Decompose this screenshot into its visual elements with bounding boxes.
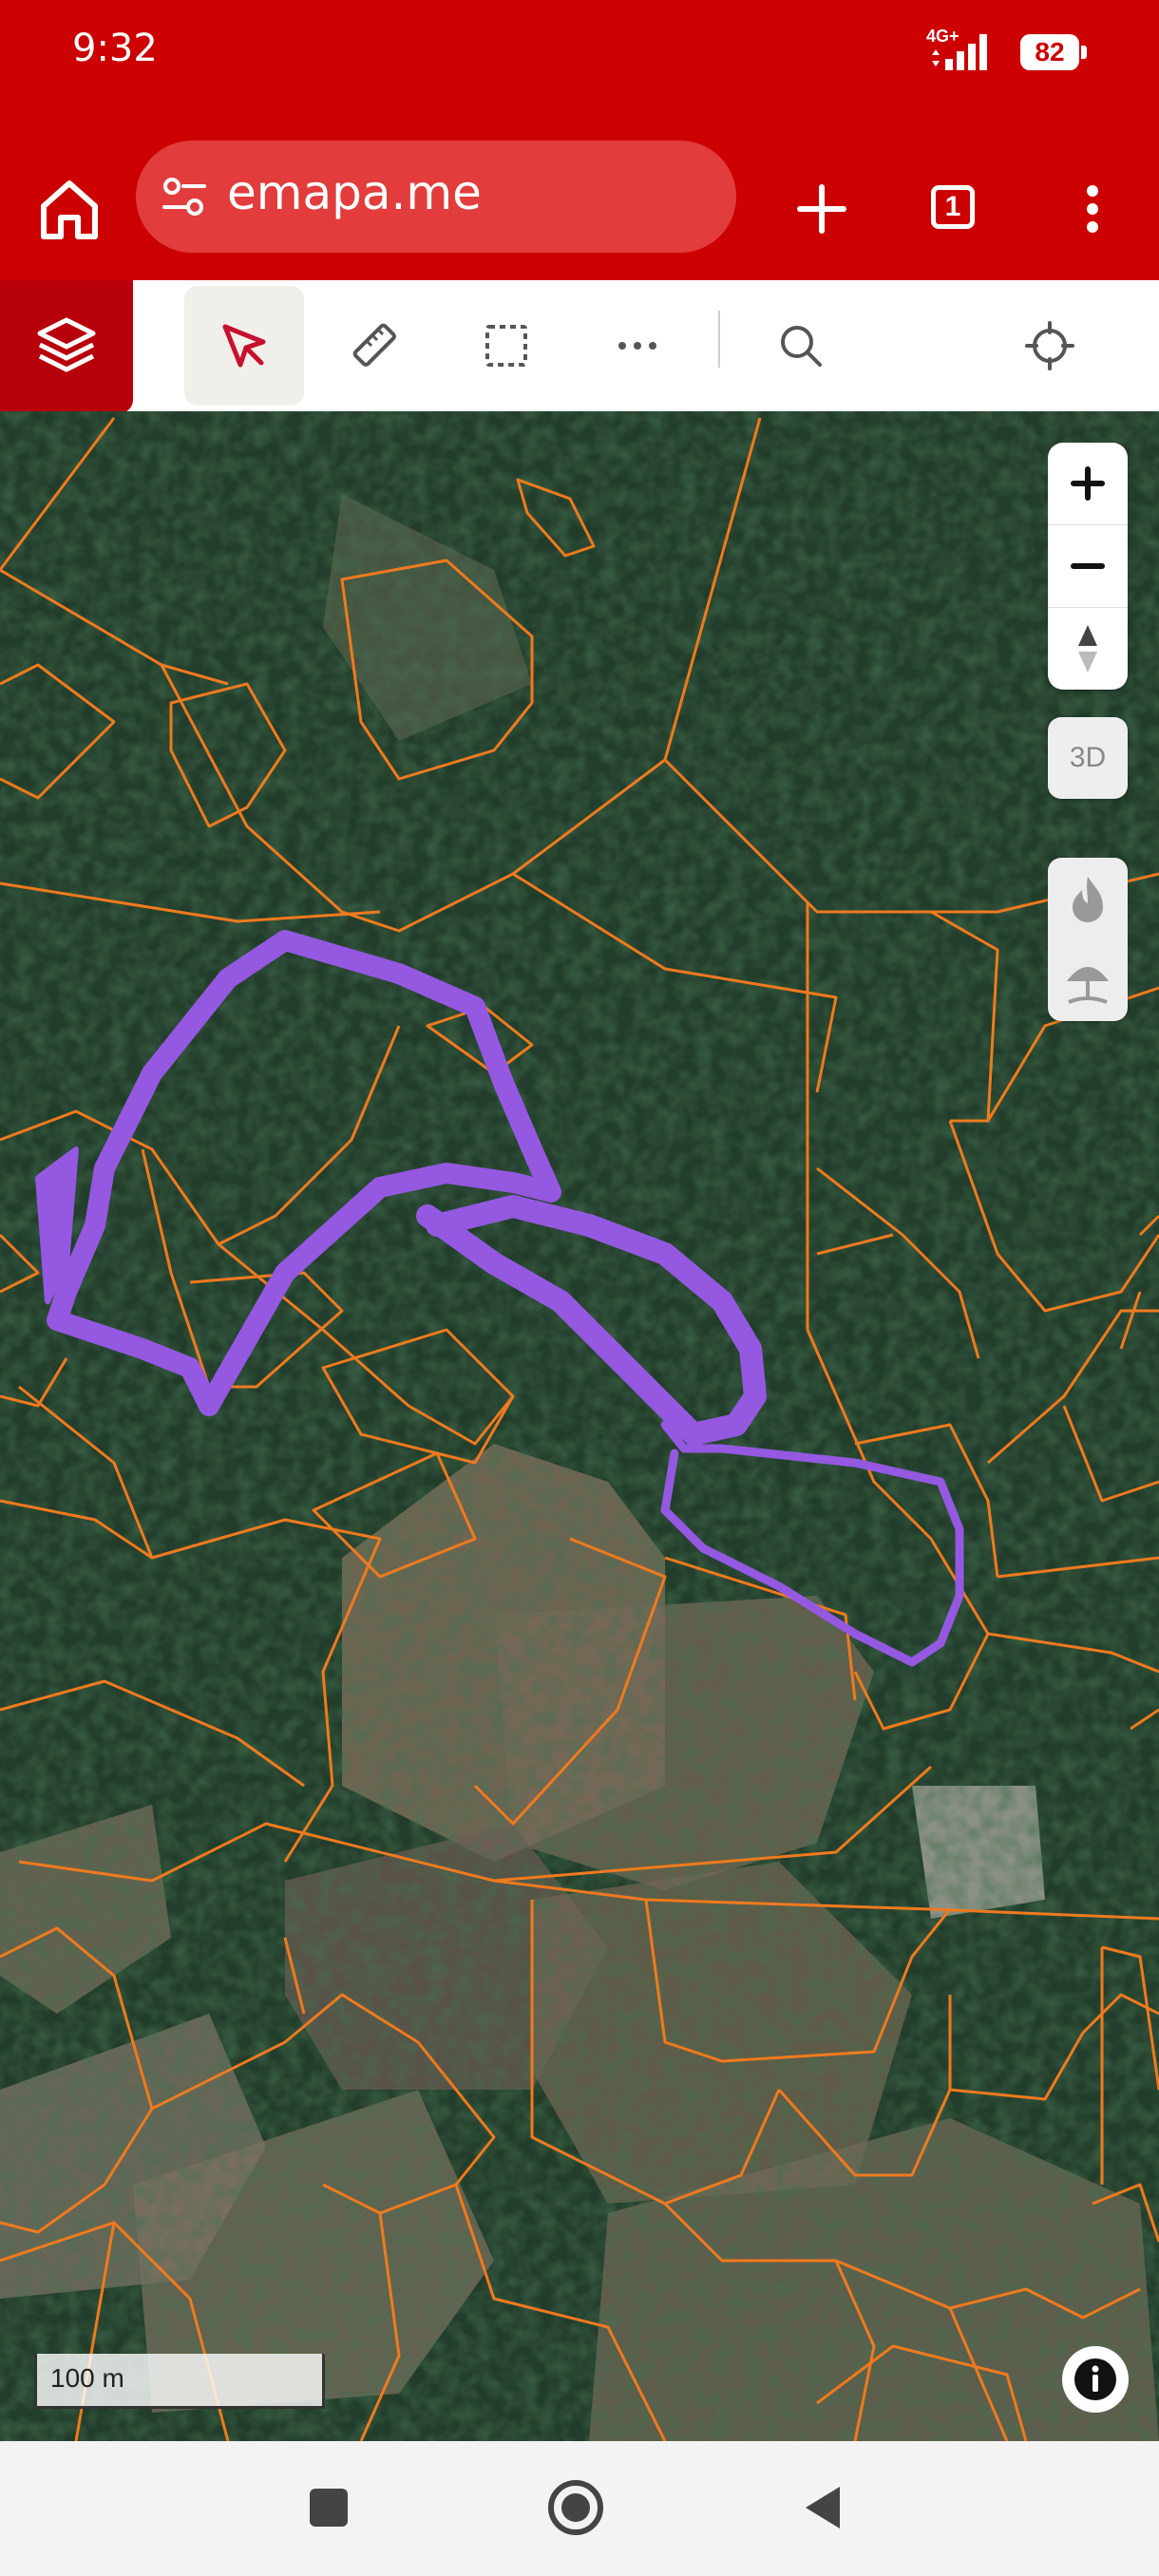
zoom-out-button[interactable] (1048, 525, 1128, 608)
back-button[interactable] (785, 2470, 861, 2546)
locate-button[interactable] (990, 286, 1110, 406)
zoom-control (1048, 443, 1128, 690)
circle-icon (548, 2480, 603, 2535)
minus-icon (1071, 563, 1105, 569)
compass-button[interactable] (1048, 608, 1128, 690)
ruler-icon (352, 323, 396, 367)
scale-label: 100 m (50, 2363, 124, 2393)
beach-layer-button[interactable] (1048, 939, 1128, 1021)
more-tools-button[interactable] (578, 286, 697, 406)
signal-icon: 4G+ (926, 27, 993, 74)
map-toolbar (0, 280, 1159, 413)
home-nav-button[interactable] (538, 2470, 614, 2546)
tab-count: 1 (931, 185, 975, 229)
cursor-arrow-icon (222, 324, 266, 368)
new-tab-button[interactable] (779, 166, 864, 252)
tab-switcher-button[interactable]: 1 (912, 166, 998, 252)
toolbar-divider (718, 311, 720, 368)
crosshair-icon (1025, 321, 1074, 370)
dashed-rectangle-icon (485, 325, 527, 367)
status-bar: 9:32 4G+ 82 (0, 0, 1159, 138)
address-bar[interactable]: emapa.me (136, 141, 736, 253)
url-text: emapa.me (227, 165, 482, 220)
zoom-in-button[interactable] (1048, 443, 1128, 525)
3d-toggle-button[interactable]: 3D (1048, 717, 1128, 799)
plus-icon (797, 184, 846, 234)
more-vertical-icon (1087, 185, 1098, 233)
network-type: 4G+ (926, 27, 960, 46)
status-time: 9:32 (72, 27, 158, 70)
layers-icon (37, 317, 96, 372)
system-nav-bar (0, 2441, 1159, 2576)
battery-icon: 82 (1020, 34, 1087, 70)
layers-button[interactable] (0, 280, 133, 413)
forest-texture (0, 411, 1159, 2441)
map-overlays-panel (1048, 858, 1128, 1021)
compass-icon (1078, 625, 1097, 672)
square-icon (310, 2489, 348, 2527)
beach-umbrella-icon (1067, 967, 1109, 1004)
fire-layer-button[interactable] (1048, 858, 1128, 939)
scale-bar: 100 m (34, 2354, 325, 2409)
home-button[interactable] (27, 166, 112, 252)
recents-button[interactable] (291, 2470, 367, 2546)
info-icon (1074, 2358, 1116, 2400)
plus-icon (1071, 466, 1105, 501)
measure-tool-button[interactable] (315, 286, 435, 406)
satellite-map-canvas[interactable] (0, 411, 1159, 2441)
map-view[interactable] (0, 411, 1159, 2441)
search-button[interactable] (741, 286, 861, 406)
browser-menu-button[interactable] (1064, 166, 1121, 252)
select-tool-button[interactable] (184, 286, 304, 406)
map-info-button[interactable] (1062, 2346, 1129, 2413)
site-settings-icon[interactable] (159, 171, 210, 222)
search-icon (781, 326, 822, 367)
home-icon (41, 180, 98, 239)
fire-icon (1073, 877, 1103, 922)
more-horizontal-icon (618, 342, 656, 350)
back-triangle-icon (806, 2487, 840, 2529)
area-select-tool-button[interactable] (446, 286, 566, 406)
